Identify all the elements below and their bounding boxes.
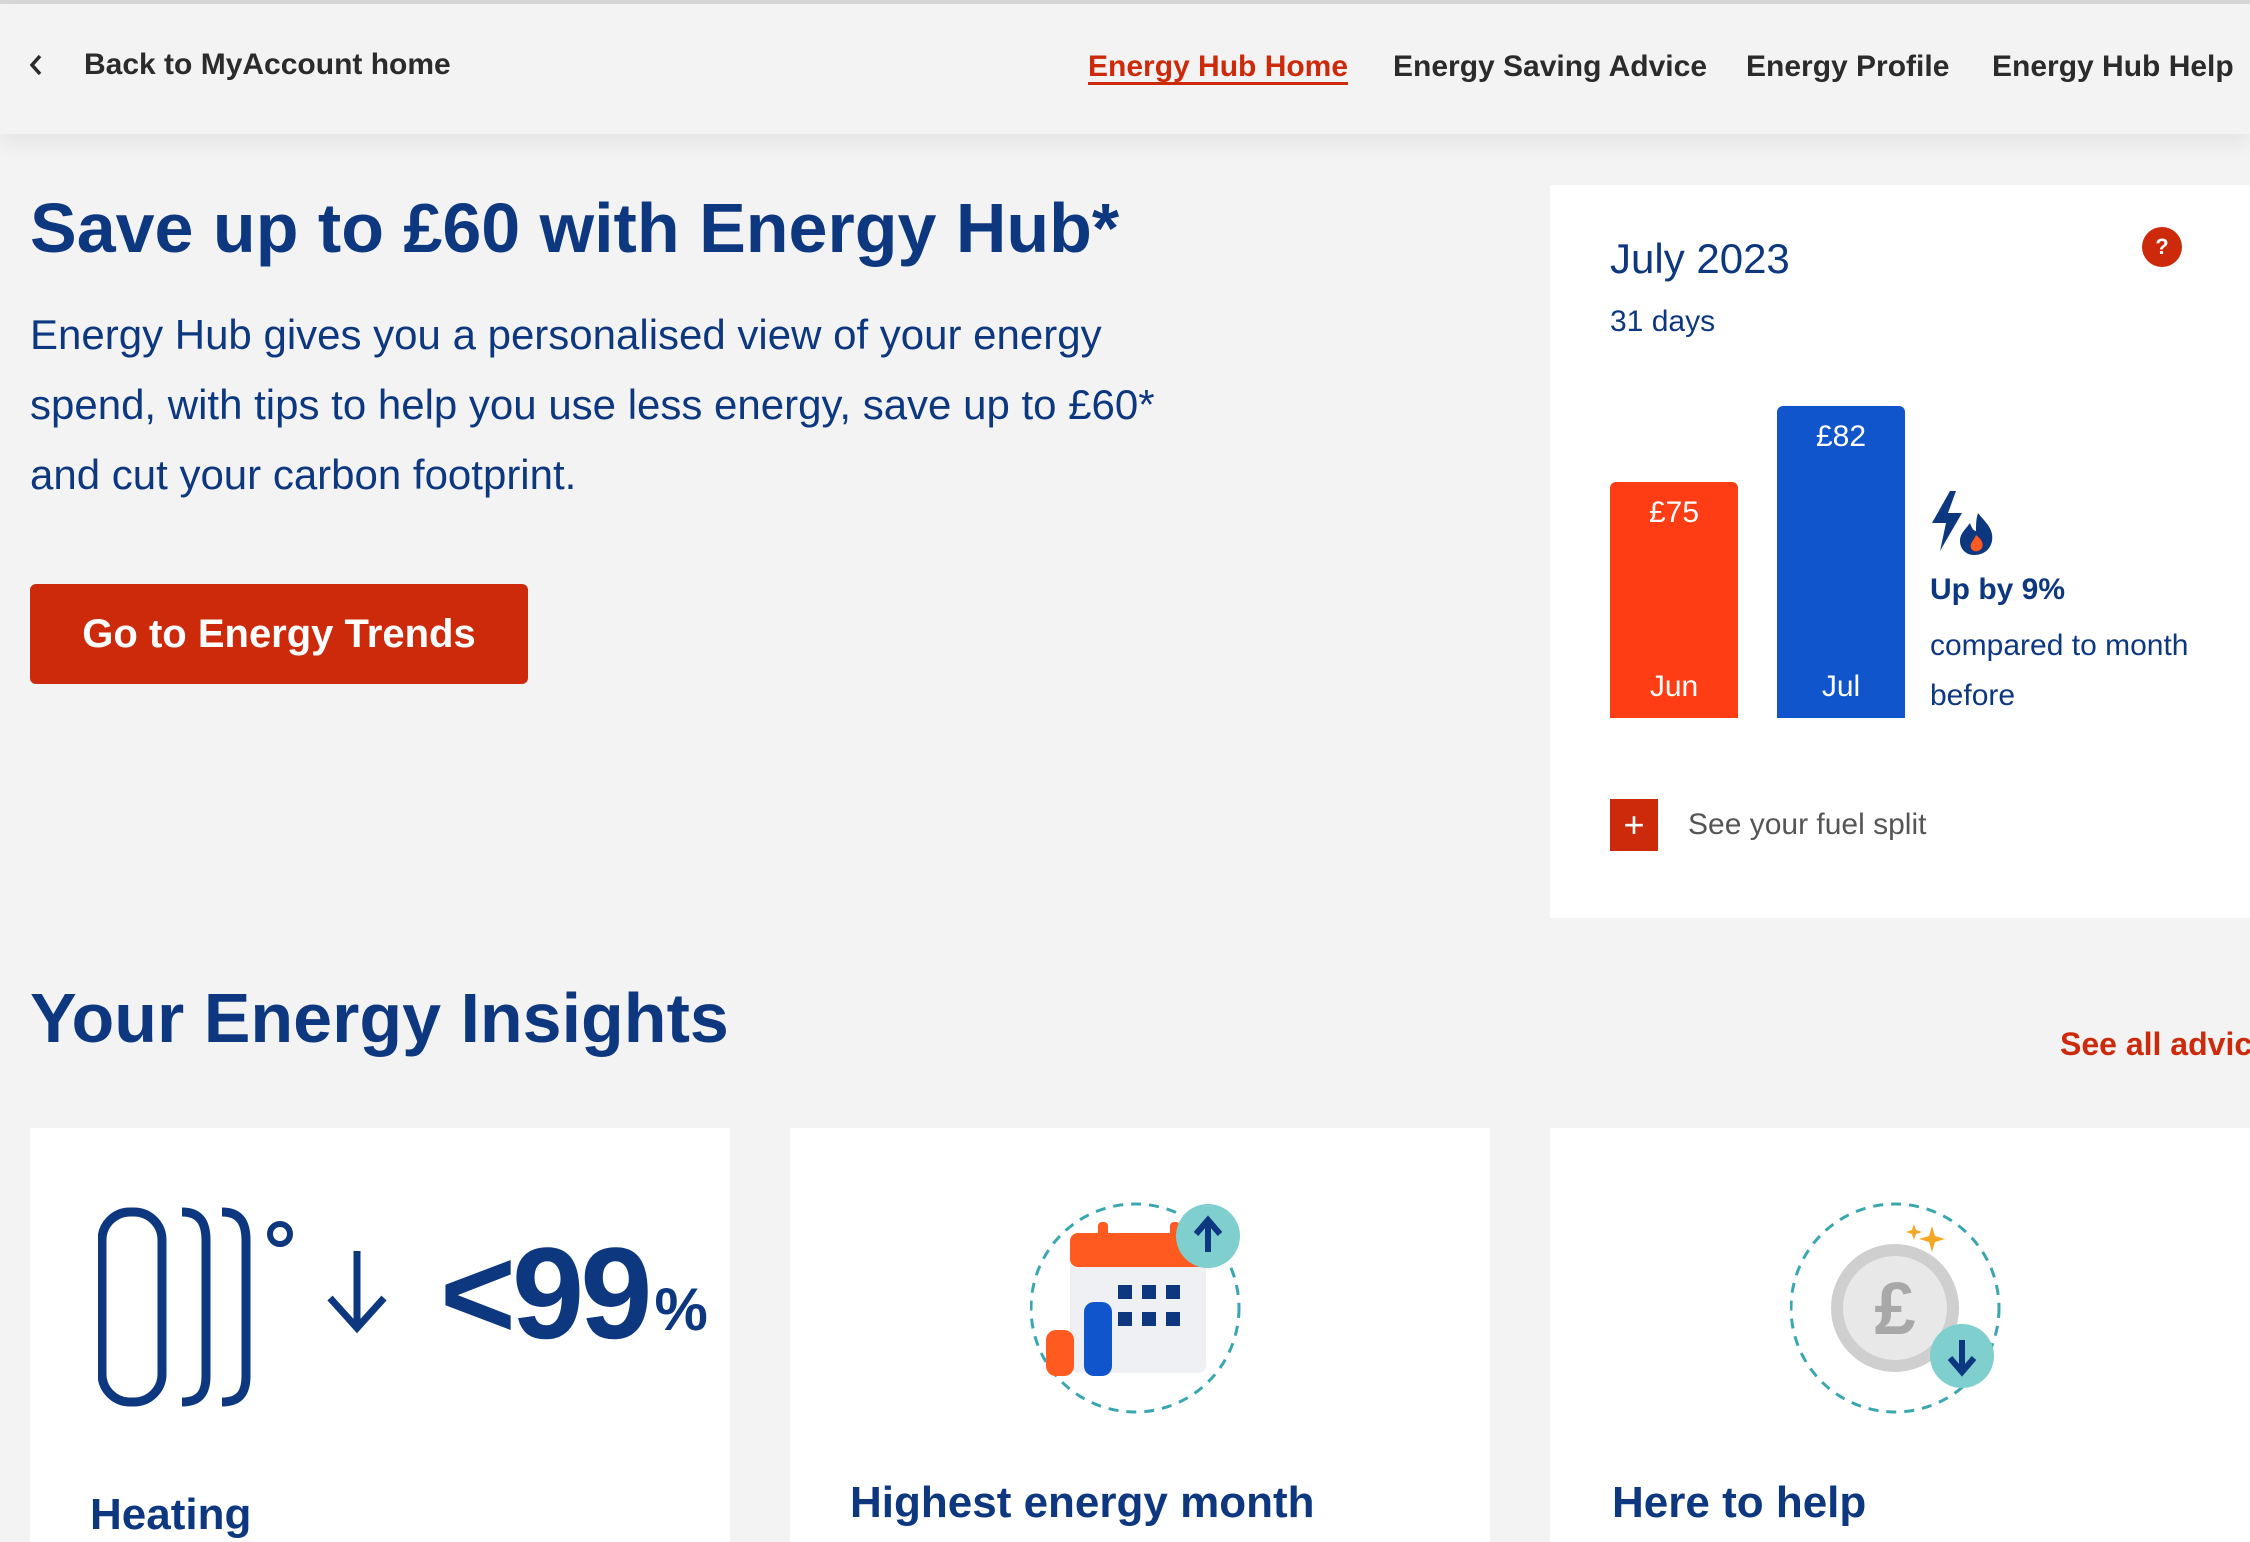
hero-title: Save up to £60 with Energy Hub* (30, 189, 1120, 267)
insight-tile-highest-month[interactable]: Highest energy month (790, 1128, 1490, 1542)
heating-stat-unit: % (654, 1276, 708, 1343)
bar-category-label: Jun (1649, 670, 1699, 703)
electricity-gas-icon (1932, 491, 1993, 555)
help-icon[interactable]: ? (2142, 227, 2182, 267)
hero-description: Energy Hub gives you a personalised view… (30, 300, 1260, 510)
bar-value-label: £82 (1815, 420, 1867, 453)
nav-link-energy-hub-home[interactable]: Energy Hub Home (1088, 50, 1348, 84)
back-link-label: Back to MyAccount home (84, 48, 451, 81)
fuel-split-toggle[interactable]: + See your fuel split (1610, 799, 1926, 851)
month-title: July 2023 (1610, 235, 1790, 282)
heating-stat: <99 % (440, 1228, 708, 1358)
heating-stat-value: <99 (440, 1220, 653, 1366)
nav-link-energy-saving-advice[interactable]: Energy Saving Advice (1393, 50, 1707, 84)
see-all-advice-link[interactable]: See all advice (2060, 1026, 2250, 1063)
days-count: 31 days (1610, 305, 1716, 338)
arrow-down-icon (327, 1251, 387, 1334)
top-navigation: Back to MyAccount home Energy Hub Home E… (0, 4, 2250, 134)
hero-description-line: and cut your carbon footprint. (30, 451, 577, 498)
bar-value-label: £75 (1648, 496, 1700, 529)
insights-title: Your Energy Insights (30, 979, 729, 1057)
trend-headline: Up by 9% (1930, 573, 2066, 606)
nav-link-energy-hub-help[interactable]: Energy Hub Help (1992, 50, 2234, 84)
chevron-left-icon (29, 54, 42, 76)
bar-jul: £82 Jul (1777, 406, 1905, 718)
tile-title: Here to help (1612, 1478, 1867, 1527)
pound-coin-down-icon: £ (1790, 1202, 2001, 1414)
hero-description-line: spend, with tips to help you use less en… (30, 381, 1155, 428)
go-to-energy-trends-button[interactable]: Go to Energy Trends (30, 584, 528, 684)
nav-link-energy-profile[interactable]: Energy Profile (1746, 50, 1949, 84)
hero-description-line: Energy Hub gives you a personalised view… (30, 311, 1102, 358)
tile-title: Highest energy month (850, 1478, 1315, 1527)
trend-description: compared to month before (1930, 629, 2189, 712)
calendar-up-icon (1030, 1202, 1241, 1414)
insight-tile-here-to-help[interactable]: £ Here to help (1550, 1128, 2250, 1542)
svg-text:£: £ (1874, 1267, 1915, 1350)
plus-icon[interactable]: + (1610, 799, 1658, 851)
back-link[interactable]: Back to MyAccount home (28, 48, 451, 82)
insight-tile-heating[interactable]: <99 % Heating (30, 1128, 730, 1542)
monthly-summary-card: July 2023 31 days ? £75 Jun £82 Jul Up by 9… (1550, 185, 2250, 918)
tile-title: Heating (90, 1490, 252, 1539)
bar-jun: £75 Jun (1610, 482, 1738, 718)
bar-category-label: Jul (1821, 670, 1861, 703)
radiator-icon (98, 1207, 293, 1407)
fuel-split-label[interactable]: See your fuel split (1688, 808, 1926, 842)
